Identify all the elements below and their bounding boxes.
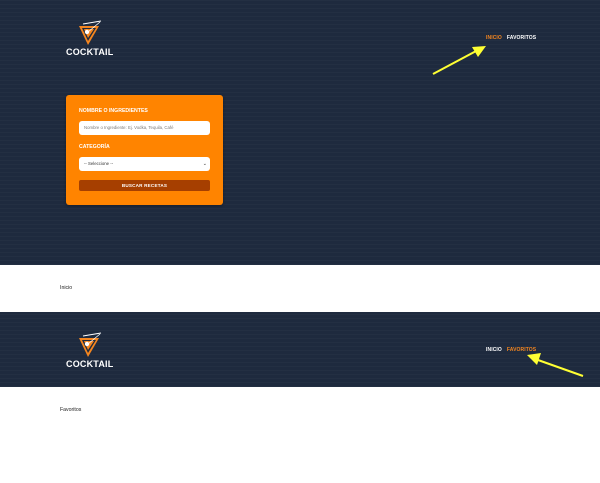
nav-link-inicio[interactable]: INICIO bbox=[486, 347, 502, 353]
search-form: NOMBRE O INGREDIENTES Nombre o Ingredien… bbox=[66, 95, 223, 205]
main-nav: INICIO FAVORITOS bbox=[486, 35, 536, 41]
logo[interactable]: COCKTAIL bbox=[66, 20, 126, 60]
category-select[interactable]: -- Seleccione -- ⌄ bbox=[79, 157, 210, 171]
favorites-header: COCKTAIL INICIO FAVORITOS bbox=[0, 312, 600, 387]
annotation-arrow-icon bbox=[527, 353, 584, 377]
hero-header: COCKTAIL INICIO FAVORITOS NOMBRE O INGRE… bbox=[0, 0, 600, 265]
page-content-text: Inicio bbox=[60, 285, 73, 291]
name-field-label: NOMBRE O INGREDIENTES bbox=[79, 108, 148, 114]
category-field-label: CATEGORÍA bbox=[79, 144, 110, 150]
category-selected-value: -- Seleccione -- bbox=[84, 161, 114, 166]
cocktail-glass-icon bbox=[79, 332, 102, 357]
logo-text: COCKTAIL bbox=[66, 359, 114, 369]
cocktail-glass-icon bbox=[79, 20, 102, 45]
logo[interactable]: COCKTAIL bbox=[66, 332, 126, 372]
nav-link-favoritos[interactable]: FAVORITOS bbox=[507, 35, 536, 41]
logo-text: COCKTAIL bbox=[66, 47, 114, 57]
page-content-text: Favoritos bbox=[60, 407, 82, 413]
search-recipes-button[interactable]: BUSCAR RECETAS bbox=[79, 180, 210, 191]
nav-link-inicio[interactable]: INICIO bbox=[486, 35, 502, 41]
annotation-arrow-icon bbox=[432, 46, 486, 75]
name-search-input[interactable]: Nombre o Ingrediente: Ej. Vodka, Tequila… bbox=[79, 121, 210, 135]
chevron-down-icon: ⌄ bbox=[202, 161, 207, 167]
